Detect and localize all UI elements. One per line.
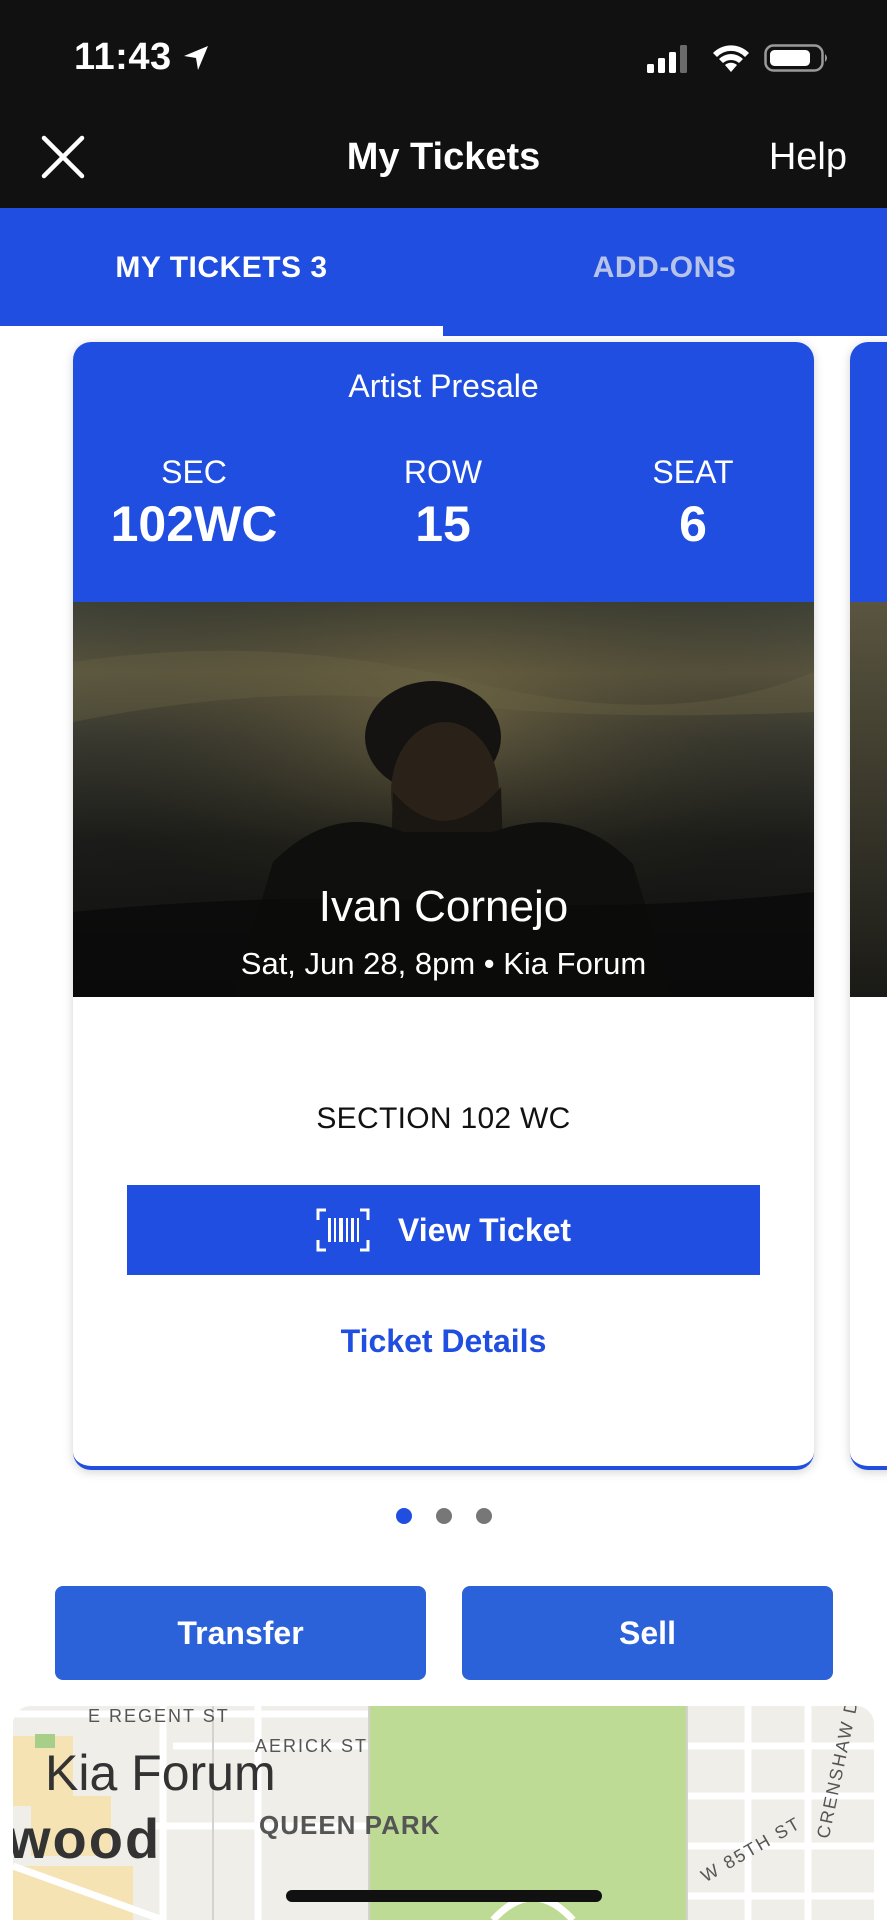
ticket-header: Artist Presale SEC 102WC ROW 15 SEAT 6 bbox=[73, 342, 814, 602]
seat-label: SEAT bbox=[652, 454, 734, 490]
pager-dot-3[interactable] bbox=[475, 1508, 492, 1524]
row-label: ROW bbox=[403, 454, 483, 490]
help-link[interactable]: Help bbox=[769, 136, 847, 179]
barcode-icon bbox=[316, 1208, 370, 1252]
next-ticket-image bbox=[850, 602, 887, 997]
view-ticket-label: View Ticket bbox=[397, 1211, 572, 1248]
event-image: Ivan Cornejo Sat, Jun 28, 8pm • Kia Foru… bbox=[73, 602, 814, 997]
row-value: 15 bbox=[415, 496, 471, 552]
wifi-icon bbox=[713, 45, 749, 72]
next-ticket-card[interactable] bbox=[850, 342, 887, 1470]
artist-photo bbox=[73, 602, 814, 997]
home-indicator[interactable] bbox=[286, 1890, 602, 1902]
section-info: SEC 102WC bbox=[94, 454, 294, 553]
location-arrow-icon bbox=[184, 46, 208, 70]
battery-icon bbox=[764, 44, 827, 72]
artist-name: Ivan Cornejo bbox=[318, 882, 569, 931]
tab-underline bbox=[443, 326, 887, 336]
page-title: My Tickets bbox=[346, 136, 541, 178]
event-date-venue: Sat, Jun 28, 8pm • Kia Forum bbox=[240, 946, 647, 981]
section-label: SECTION 102 WC bbox=[316, 1102, 571, 1135]
map-label-regent: E REGENT ST bbox=[88, 1706, 230, 1726]
row-info: ROW 15 bbox=[343, 454, 543, 553]
map-label-venue: Kia Forum bbox=[45, 1745, 276, 1801]
next-ticket-header bbox=[850, 342, 887, 602]
transfer-button[interactable]: Transfer bbox=[55, 1586, 426, 1680]
nav-header: My Tickets Help bbox=[0, 108, 887, 208]
presale-label: Artist Presale bbox=[348, 368, 539, 404]
sec-value: 102WC bbox=[110, 496, 278, 552]
sell-button[interactable]: Sell bbox=[462, 1586, 833, 1680]
pager-dot-2[interactable] bbox=[435, 1508, 452, 1524]
seat-info: SEAT 6 bbox=[593, 454, 793, 553]
map-label-park: QUEEN PARK bbox=[259, 1810, 441, 1840]
seat-value: 6 bbox=[679, 496, 707, 552]
ticket-body: SECTION 102 WC View Ticket Ticket Detail… bbox=[73, 997, 814, 1466]
status-bar: 11:43 bbox=[0, 0, 887, 108]
ticket-card[interactable]: Artist Presale SEC 102WC ROW 15 SEAT 6 I… bbox=[73, 342, 814, 1470]
ticket-pager bbox=[0, 1508, 887, 1529]
status-time: 11:43 bbox=[74, 36, 172, 78]
view-ticket-button[interactable]: View Ticket bbox=[127, 1185, 760, 1275]
tab-my-tickets[interactable]: MY TICKETS 3 bbox=[0, 208, 443, 328]
tab-add-ons[interactable]: ADD-ONS bbox=[443, 208, 886, 328]
tab-selected-indicator bbox=[0, 326, 443, 336]
my-tickets-screen: 11:43 My Tickets Help MY TICKETS 3 ADD-O… bbox=[0, 0, 887, 1920]
map-label-city: wood bbox=[13, 1807, 162, 1870]
cellular-signal-icon bbox=[647, 45, 687, 73]
venue-map[interactable]: E REGENT ST AERICK ST Kia Forum wood QUE… bbox=[13, 1706, 874, 1920]
tab-bar: MY TICKETS 3 ADD-ONS bbox=[0, 208, 887, 328]
ticket-details-link[interactable]: Ticket Details bbox=[73, 1323, 814, 1360]
sec-label: SEC bbox=[161, 454, 227, 490]
pager-dot-1[interactable] bbox=[395, 1508, 412, 1524]
